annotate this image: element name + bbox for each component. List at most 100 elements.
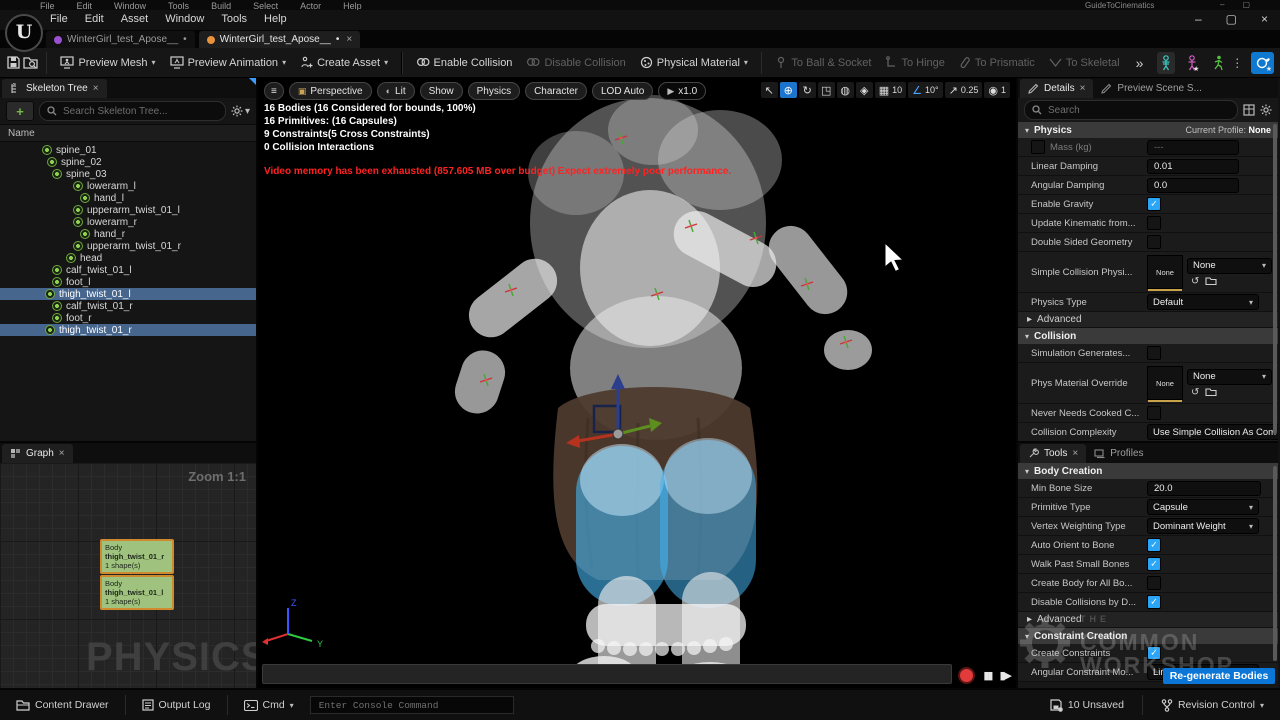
linear-damping-input[interactable]: 0.01: [1147, 159, 1239, 174]
display-filter-icon[interactable]: [1243, 104, 1255, 116]
tree-item[interactable]: hand_l: [0, 192, 256, 204]
content-drawer-button[interactable]: Content Drawer: [8, 694, 117, 716]
tree-column-header[interactable]: Name: [0, 124, 256, 142]
bg-menu-help[interactable]: Help: [343, 1, 362, 10]
bg-menu-tools[interactable]: Tools: [168, 1, 189, 10]
primitive-type-dropdown[interactable]: Capsule▾: [1147, 499, 1259, 515]
close-window-button[interactable]: ×: [1261, 12, 1268, 26]
bg-menu-window[interactable]: Window: [114, 1, 146, 10]
console-command-box[interactable]: [310, 696, 514, 714]
preview-animation-button[interactable]: Preview Animation▾: [164, 51, 293, 75]
asset-tab-physics-asset[interactable]: WinterGirl_test_Apose__ • ×: [199, 31, 361, 48]
angle-snap-control[interactable]: ∠10°: [908, 82, 943, 98]
grid-snap-control[interactable]: ▦10: [875, 82, 906, 98]
physics-type-dropdown[interactable]: Default▾: [1147, 294, 1259, 310]
show-menu-button[interactable]: Show: [420, 82, 463, 100]
create-body-all-checkbox[interactable]: [1147, 576, 1161, 590]
create-constraints-checkbox[interactable]: ✓: [1147, 646, 1161, 660]
bg-maximize-icon[interactable]: ▢: [1242, 0, 1250, 9]
menu-tools[interactable]: Tools: [221, 13, 247, 25]
tab-preview-scene-settings[interactable]: Preview Scene S...: [1093, 79, 1209, 98]
simple-collision-dropdown[interactable]: None▾: [1187, 258, 1272, 274]
graph-canvas[interactable]: Zoom 1:1 Body thigh_twist_01_r 1 shape(s…: [0, 463, 256, 688]
animation-options-icon[interactable]: ⋮: [1231, 56, 1243, 70]
step-forward-button[interactable]: ▮▶: [999, 669, 1010, 682]
record-button[interactable]: [958, 667, 975, 684]
lod-auto-button[interactable]: LOD Auto: [592, 82, 653, 100]
enable-collision-button[interactable]: Enable Collision: [410, 51, 519, 75]
tree-item[interactable]: upperarm_twist_01_r: [0, 240, 256, 252]
close-tab-icon[interactable]: ×: [346, 34, 352, 45]
tree-item-selected[interactable]: thigh_twist_01_r: [0, 324, 256, 336]
angular-damping-input[interactable]: 0.0: [1147, 178, 1239, 193]
tab-graph[interactable]: Graph ×: [2, 444, 73, 463]
use-selected-icon[interactable]: ↺: [1191, 276, 1199, 287]
physical-material-button[interactable]: Physical Material▾: [634, 51, 754, 75]
output-log-button[interactable]: Output Log: [134, 694, 219, 716]
world-local-toggle-button[interactable]: ◍: [837, 82, 854, 98]
close-panel-icon[interactable]: ×: [1080, 83, 1086, 94]
menu-window[interactable]: Window: [165, 13, 204, 25]
lit-mode-button[interactable]: ◐Lit: [377, 82, 415, 100]
skeleton-tree-search[interactable]: [39, 101, 226, 121]
constraint-creation-header[interactable]: ▾ Constraint Creation: [1018, 628, 1278, 644]
select-tool-button[interactable]: ↖: [761, 82, 778, 98]
browse-icon[interactable]: [1205, 387, 1217, 397]
preview-mesh-button[interactable]: Preview Mesh▾: [54, 51, 161, 75]
menu-help[interactable]: Help: [264, 13, 287, 25]
physics-advanced-expander[interactable]: ▸ Advanced: [1018, 312, 1278, 328]
bg-menu-file[interactable]: File: [40, 1, 55, 10]
tab-skeleton-tree[interactable]: Skeleton Tree ×: [2, 79, 107, 98]
asset-thumbnail[interactable]: None: [1147, 366, 1183, 400]
tools-scrollbar[interactable]: [1273, 466, 1277, 661]
tree-item[interactable]: spine_03: [0, 168, 256, 180]
min-bone-size-input[interactable]: 20.0: [1147, 481, 1261, 496]
collision-complexity-dropdown[interactable]: Use Simple Collision As Com▾: [1147, 424, 1278, 440]
tree-item-selected[interactable]: thigh_twist_01_l: [0, 288, 256, 300]
console-input[interactable]: [317, 699, 507, 712]
revision-control-button[interactable]: Revision Control ▾: [1153, 694, 1272, 716]
rotate-tool-button[interactable]: ↻: [799, 82, 816, 98]
pause-button[interactable]: ▮▮: [983, 669, 991, 682]
menu-edit[interactable]: Edit: [85, 13, 104, 25]
tree-item[interactable]: hand_r: [0, 228, 256, 240]
character-menu-button[interactable]: Character: [525, 82, 587, 100]
background-window-controls[interactable]: – ▢: [1220, 0, 1250, 9]
gear-icon[interactable]: [1260, 104, 1272, 116]
asset-tab-skeletal-mesh[interactable]: WinterGirl_test_Apose__ •: [46, 31, 195, 48]
tree-item[interactable]: foot_r: [0, 312, 256, 324]
playback-speed-button[interactable]: ▶x1.0: [658, 82, 706, 100]
double-sided-checkbox[interactable]: [1147, 235, 1161, 249]
viewport-options-button[interactable]: ≡: [264, 82, 284, 100]
to-ball-socket-button[interactable]: To Ball & Socket: [769, 51, 877, 75]
search-input[interactable]: [61, 105, 218, 118]
unsaved-assets-button[interactable]: 10 Unsaved: [1042, 694, 1132, 716]
tree-item[interactable]: lowerarm_r: [0, 216, 256, 228]
enable-gravity-checkbox[interactable]: ✓: [1147, 197, 1161, 211]
asset-thumbnail[interactable]: None: [1147, 255, 1183, 289]
browse-to-asset-button[interactable]: [23, 51, 39, 75]
tree-settings-button[interactable]: ▾: [231, 105, 250, 117]
minimize-button[interactable]: –: [1195, 12, 1202, 26]
close-panel-icon[interactable]: ×: [59, 448, 65, 459]
close-panel-icon[interactable]: ×: [93, 83, 99, 94]
timeline-scrubber[interactable]: [262, 664, 952, 684]
walk-past-checkbox[interactable]: ✓: [1147, 557, 1161, 571]
physics-menu-button[interactable]: Physics: [468, 82, 520, 100]
tree-item[interactable]: spine_02: [0, 156, 256, 168]
menu-asset[interactable]: Asset: [121, 13, 149, 25]
never-cooked-checkbox[interactable]: [1147, 406, 1161, 420]
3d-viewport[interactable]: Y Z ≡ ▣Perspective ◐Lit Show Physics Cha…: [258, 78, 1016, 688]
bg-menu-actor[interactable]: Actor: [300, 1, 321, 10]
graph-node-body[interactable]: Body thigh_twist_01_l 1 shape(s): [100, 575, 174, 610]
simulation-generates-checkbox[interactable]: [1147, 346, 1161, 360]
physics-editor-button-active[interactable]: ★: [1251, 52, 1274, 74]
mass-override-checkbox[interactable]: [1031, 140, 1045, 154]
auto-orient-checkbox[interactable]: ✓: [1147, 538, 1161, 552]
surface-snap-button[interactable]: ◈: [856, 82, 873, 98]
regenerate-bodies-button[interactable]: Re-generate Bodies: [1163, 668, 1275, 684]
tree-item[interactable]: calf_twist_01_l: [0, 264, 256, 276]
scale-tool-button[interactable]: ◳: [818, 82, 835, 98]
tree-item[interactable]: spine_01: [0, 144, 256, 156]
bg-menu-build[interactable]: Build: [211, 1, 231, 10]
